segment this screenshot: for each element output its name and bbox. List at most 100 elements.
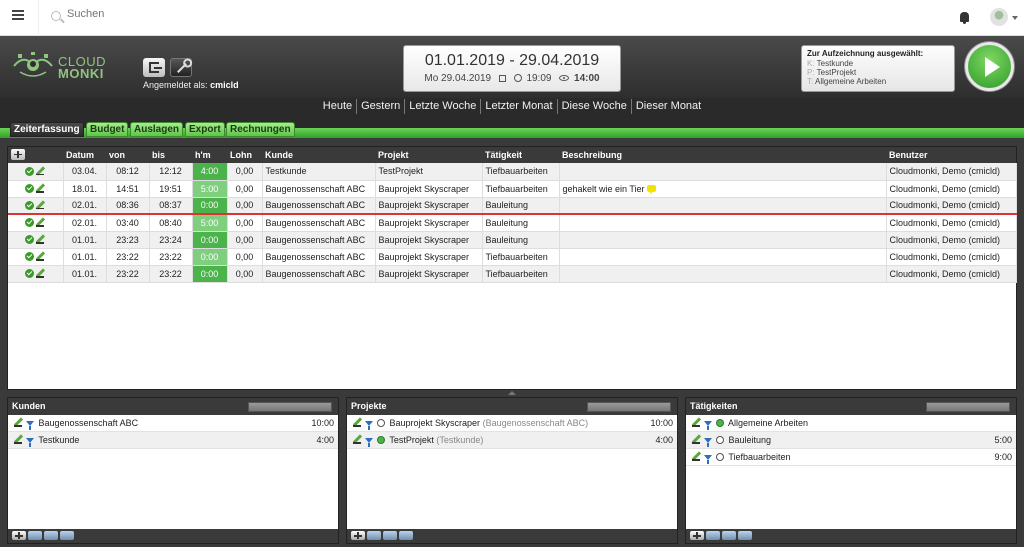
toggle-filter-button[interactable]	[60, 531, 74, 540]
activities-filter-input[interactable]	[926, 402, 1010, 412]
col-benutzer[interactable]: Benutzer	[886, 147, 1016, 163]
table-row[interactable]: 01.01. 23:22 23:22 0:00 0,00 Baugenossen…	[8, 265, 1017, 283]
radio-icon[interactable]	[716, 453, 724, 461]
projects-filter-input[interactable]	[587, 402, 671, 412]
customers-filter-input[interactable]	[248, 402, 332, 412]
add-activity-button[interactable]	[690, 531, 704, 540]
check-icon[interactable]	[24, 252, 34, 261]
pencil-icon[interactable]	[35, 166, 46, 176]
toggle-filter-button[interactable]	[383, 531, 397, 540]
pencil-icon[interactable]	[14, 417, 24, 427]
range-yesterday[interactable]: Gestern	[356, 99, 404, 114]
radio-icon[interactable]	[716, 436, 724, 444]
col-datum[interactable]: Datum	[63, 147, 106, 163]
start-recording-button[interactable]	[965, 42, 1014, 91]
col-lohn[interactable]: Lohn	[227, 147, 262, 163]
pencil-icon[interactable]	[14, 434, 24, 444]
table-row[interactable]: 02.01. 03:40 08:40 5:00 0,00 Baugenossen…	[8, 214, 1017, 232]
tab-zeiterfassung[interactable]: Zeiterfassung	[10, 122, 84, 137]
add-project-button[interactable]	[351, 531, 365, 540]
filter-icon[interactable]	[704, 421, 712, 430]
pencil-icon[interactable]	[353, 417, 363, 427]
search-input[interactable]	[67, 8, 467, 20]
col-bis[interactable]: bis	[149, 147, 192, 163]
filter-icon[interactable]	[365, 421, 373, 430]
toggle-filter-button[interactable]	[706, 531, 720, 540]
range-last-month[interactable]: Letzter Monat	[480, 99, 556, 114]
check-icon[interactable]	[24, 269, 34, 278]
add-entry-button[interactable]	[11, 148, 25, 160]
tab-rechnungen[interactable]: Rechnungen	[226, 122, 295, 137]
check-icon[interactable]	[24, 235, 34, 244]
check-icon[interactable]	[24, 184, 34, 193]
radio-icon[interactable]	[377, 419, 385, 427]
cell-kunde: Baugenossenschaft ABC	[262, 265, 376, 283]
quick-range-bar: Heute Gestern Letzte Woche Letzter Monat Die…	[0, 98, 1024, 118]
list-item[interactable]: Allgemeine Arbeiten	[686, 415, 1016, 432]
pencil-icon[interactable]	[692, 434, 702, 444]
filter-icon[interactable]	[26, 421, 34, 430]
add-customer-button[interactable]	[12, 531, 26, 540]
radio-selected-icon[interactable]	[377, 436, 385, 444]
table-row[interactable]: 01.01. 23:22 23:22 0:00 0,00 Baugenossen…	[8, 248, 1017, 266]
col-beschreibung[interactable]: Beschreibung	[559, 147, 886, 163]
table-row[interactable]: 18.01. 14:51 19:51 5:00 0,00 Baugenossen…	[8, 180, 1017, 198]
radio-selected-icon[interactable]	[716, 419, 724, 427]
pencil-icon[interactable]	[35, 183, 46, 193]
range-this-month[interactable]: Dieser Monat	[630, 99, 705, 114]
tab-auslagen[interactable]: Auslagen	[130, 122, 184, 137]
range-last-week[interactable]: Letzte Woche	[404, 99, 480, 114]
user-menu[interactable]	[990, 8, 1020, 28]
row-actions	[8, 180, 64, 198]
settings-button[interactable]	[169, 58, 192, 77]
table-row[interactable]: 02.01. 08:36 08:37 0:00 0,00 Baugenossen…	[8, 197, 1017, 215]
toggle-filter-button[interactable]	[399, 531, 413, 540]
logout-button[interactable]	[143, 58, 165, 77]
toggle-filter-button[interactable]	[722, 531, 736, 540]
col-taetigkeit[interactable]: Tätigkeit	[482, 147, 559, 163]
col-projekt[interactable]: Projekt	[375, 147, 482, 163]
pencil-icon[interactable]	[692, 417, 702, 427]
list-item[interactable]: Bauleitung 5:00	[686, 432, 1016, 449]
pencil-icon[interactable]	[35, 251, 46, 261]
cell-datum: 02.01.	[63, 197, 107, 215]
menu-icon[interactable]	[12, 10, 24, 20]
comment-icon[interactable]	[646, 184, 656, 194]
list-item[interactable]: Tiefbauarbeiten 9:00	[686, 449, 1016, 466]
range-this-week[interactable]: Diese Woche	[556, 99, 631, 114]
list-item[interactable]: Bauprojekt Skyscraper (Baugenossenschaft…	[347, 415, 677, 432]
range-today[interactable]: Heute	[319, 99, 356, 114]
projects-panel-header: Projekte	[347, 398, 677, 415]
col-kunde[interactable]: Kunde	[262, 147, 375, 163]
tab-budget[interactable]: Budget	[86, 122, 129, 137]
col-von[interactable]: von	[106, 147, 149, 163]
check-icon[interactable]	[24, 200, 34, 210]
pencil-icon[interactable]	[35, 234, 46, 244]
check-icon[interactable]	[24, 218, 34, 228]
tab-export[interactable]: Export	[185, 122, 225, 137]
list-item[interactable]: TestProjekt (Testkunde) 4:00	[347, 432, 677, 449]
panel-splitter-handle[interactable]	[508, 391, 516, 395]
toggle-filter-button[interactable]	[44, 531, 58, 540]
bell-icon[interactable]	[960, 12, 969, 24]
table-row[interactable]: 03.04. 08:12 12:12 4:00 0,00 Testkunde T…	[8, 163, 1017, 181]
filter-icon[interactable]	[365, 438, 373, 447]
filter-icon[interactable]	[704, 438, 712, 447]
list-item[interactable]: Testkunde 4:00	[8, 432, 338, 449]
filter-icon[interactable]	[26, 438, 34, 447]
filter-icon[interactable]	[704, 455, 712, 464]
pencil-icon[interactable]	[692, 451, 702, 461]
toggle-filter-button[interactable]	[28, 531, 42, 540]
col-hm[interactable]: h'm	[192, 147, 227, 163]
logo-text: CLOUD MONKI	[58, 55, 106, 80]
pencil-icon[interactable]	[353, 434, 363, 444]
table-row[interactable]: 01.01. 23:23 23:24 0:00 0,00 Baugenossen…	[8, 231, 1017, 249]
toggle-filter-button[interactable]	[738, 531, 752, 540]
pencil-icon[interactable]	[35, 217, 46, 227]
toggle-filter-button[interactable]	[367, 531, 381, 540]
list-item[interactable]: Baugenossenschaft ABC 10:00	[8, 415, 338, 432]
date-range-box[interactable]: 01.01.2019 - 29.04.2019 Mo 29.04.2019 19…	[403, 45, 621, 92]
pencil-icon[interactable]	[35, 268, 46, 278]
check-icon[interactable]	[24, 166, 34, 176]
pencil-icon[interactable]	[35, 200, 46, 210]
